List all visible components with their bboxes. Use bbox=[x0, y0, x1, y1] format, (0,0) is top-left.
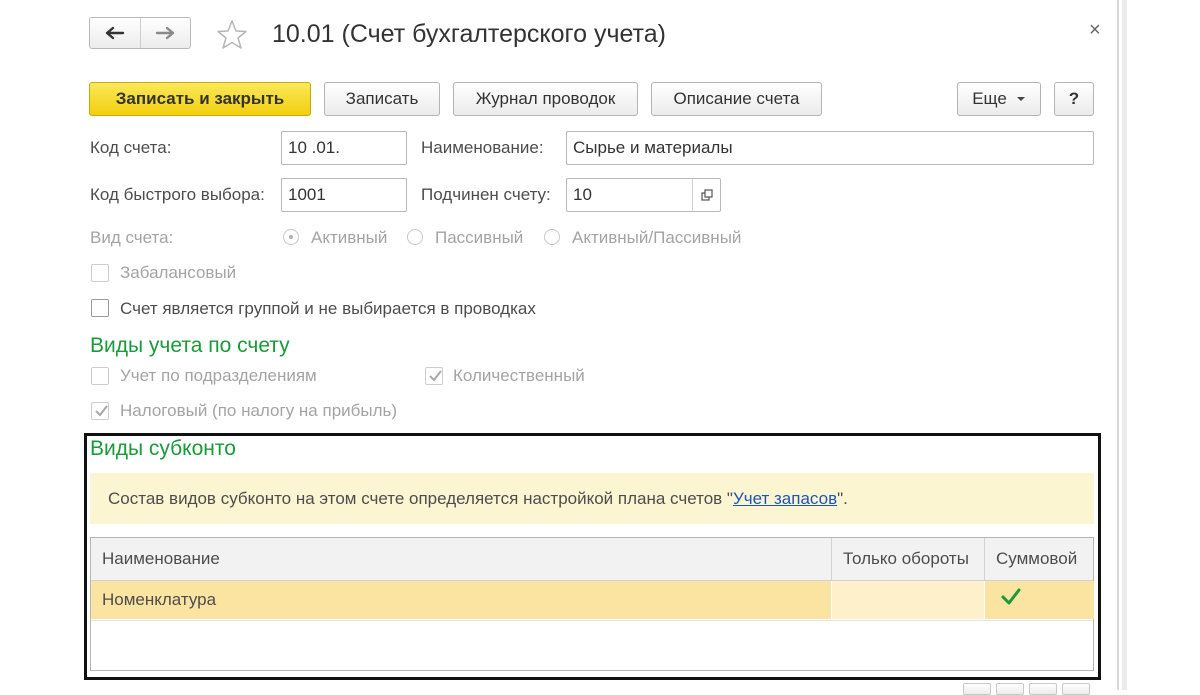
quantity-checkbox[interactable] bbox=[425, 367, 443, 385]
save-and-close-button[interactable]: Записать и закрыть bbox=[89, 82, 311, 116]
table-header: Наименование Только обороты Суммовой bbox=[91, 538, 1093, 581]
column-header-sum[interactable]: Суммовой bbox=[984, 538, 1093, 580]
checkmark-icon bbox=[1001, 588, 1021, 605]
type-active-radio[interactable] bbox=[283, 229, 299, 245]
column-header-name[interactable]: Наименование bbox=[91, 538, 831, 580]
by-division-checkbox[interactable] bbox=[91, 367, 109, 385]
type-active-passive-label: Активный/Пассивный bbox=[572, 228, 742, 247]
checkmark-icon bbox=[95, 405, 108, 417]
parent-account-label: Подчинен счету: bbox=[421, 185, 551, 204]
subconto-info-text: Состав видов субконто на этом счете опре… bbox=[108, 489, 848, 509]
account-code-field[interactable]: 10 .01. bbox=[281, 131, 407, 165]
close-button[interactable]: × bbox=[1089, 19, 1101, 42]
row-divider bbox=[91, 620, 1093, 621]
type-active-label: Активный bbox=[311, 228, 388, 247]
window-right-border bbox=[1117, 0, 1119, 690]
name-field[interactable]: Сырье и материалы bbox=[566, 131, 1094, 165]
move-bottom-button[interactable] bbox=[1062, 683, 1090, 695]
column-header-turnover-only[interactable]: Только обороты bbox=[831, 538, 984, 580]
type-passive-radio[interactable] bbox=[407, 229, 423, 245]
type-passive-label: Пассивный bbox=[435, 228, 524, 247]
more-label: Еще bbox=[972, 89, 1007, 108]
offbalance-checkbox[interactable] bbox=[91, 264, 109, 282]
table-row[interactable]: Номенклатура bbox=[91, 581, 1094, 619]
open-parent-button[interactable] bbox=[692, 178, 721, 212]
move-top-button[interactable] bbox=[996, 683, 1024, 695]
offbalance-label: Забалансовый bbox=[120, 263, 237, 282]
info-suffix: ". bbox=[837, 488, 848, 508]
window-scroll-edge bbox=[1122, 0, 1127, 690]
navigation-group bbox=[89, 17, 191, 49]
quick-code-field[interactable]: 1001 bbox=[281, 178, 407, 212]
account-description-button[interactable]: Описание счета bbox=[651, 82, 822, 116]
group-label: Счет является группой и не выбирается в … bbox=[120, 299, 536, 318]
quantity-label: Количественный bbox=[453, 366, 585, 385]
checkmark-icon bbox=[429, 370, 442, 382]
open-form-icon bbox=[700, 189, 713, 201]
back-button[interactable] bbox=[90, 18, 140, 48]
move-up-button[interactable] bbox=[963, 683, 991, 695]
subconto-info-bar: Состав видов субконто на этом счете опре… bbox=[90, 473, 1094, 524]
row-sum-cell[interactable] bbox=[984, 581, 1094, 619]
group-checkbox[interactable] bbox=[91, 299, 109, 317]
name-label: Наименование: bbox=[421, 138, 544, 157]
row-name-cell: Номенклатура bbox=[102, 590, 217, 609]
chevron-down-icon bbox=[1016, 97, 1025, 101]
star-icon bbox=[217, 20, 247, 49]
accounting-kinds-title: Виды учета по счету bbox=[90, 334, 290, 357]
move-down-button[interactable] bbox=[1029, 683, 1057, 695]
window-title: 10.01 (Счет бухгалтерского учета) bbox=[272, 20, 666, 48]
subconto-title: Виды субконто bbox=[90, 437, 236, 460]
arrow-left-icon bbox=[105, 26, 124, 40]
more-button[interactable]: Еще bbox=[957, 82, 1041, 116]
journal-button[interactable]: Журнал проводок bbox=[453, 82, 638, 116]
subconto-table: Наименование Только обороты Суммовой Ном… bbox=[90, 537, 1094, 671]
type-active-passive-radio[interactable] bbox=[544, 229, 560, 245]
parent-account-field[interactable]: 10 bbox=[566, 178, 693, 212]
account-code-label: Код счета: bbox=[90, 138, 172, 157]
tax-label: Налоговый (по налогу на прибыль) bbox=[120, 401, 398, 420]
tax-checkbox[interactable] bbox=[91, 402, 109, 420]
info-prefix: Состав видов субконто на этом счете опре… bbox=[108, 488, 733, 508]
by-division-label: Учет по подразделениям bbox=[120, 366, 317, 385]
help-button[interactable]: ? bbox=[1054, 82, 1094, 116]
inventory-plan-link[interactable]: Учет запасов bbox=[733, 489, 837, 508]
save-button[interactable]: Записать bbox=[324, 82, 440, 116]
arrow-right-icon bbox=[156, 26, 175, 40]
forward-button[interactable] bbox=[139, 18, 191, 48]
quick-code-label: Код быстрого выбора: bbox=[90, 185, 265, 204]
close-icon: × bbox=[1089, 19, 1101, 41]
account-type-label: Вид счета: bbox=[90, 228, 174, 247]
favorite-button[interactable] bbox=[215, 18, 249, 57]
row-turnover-only-cell[interactable] bbox=[831, 581, 985, 619]
